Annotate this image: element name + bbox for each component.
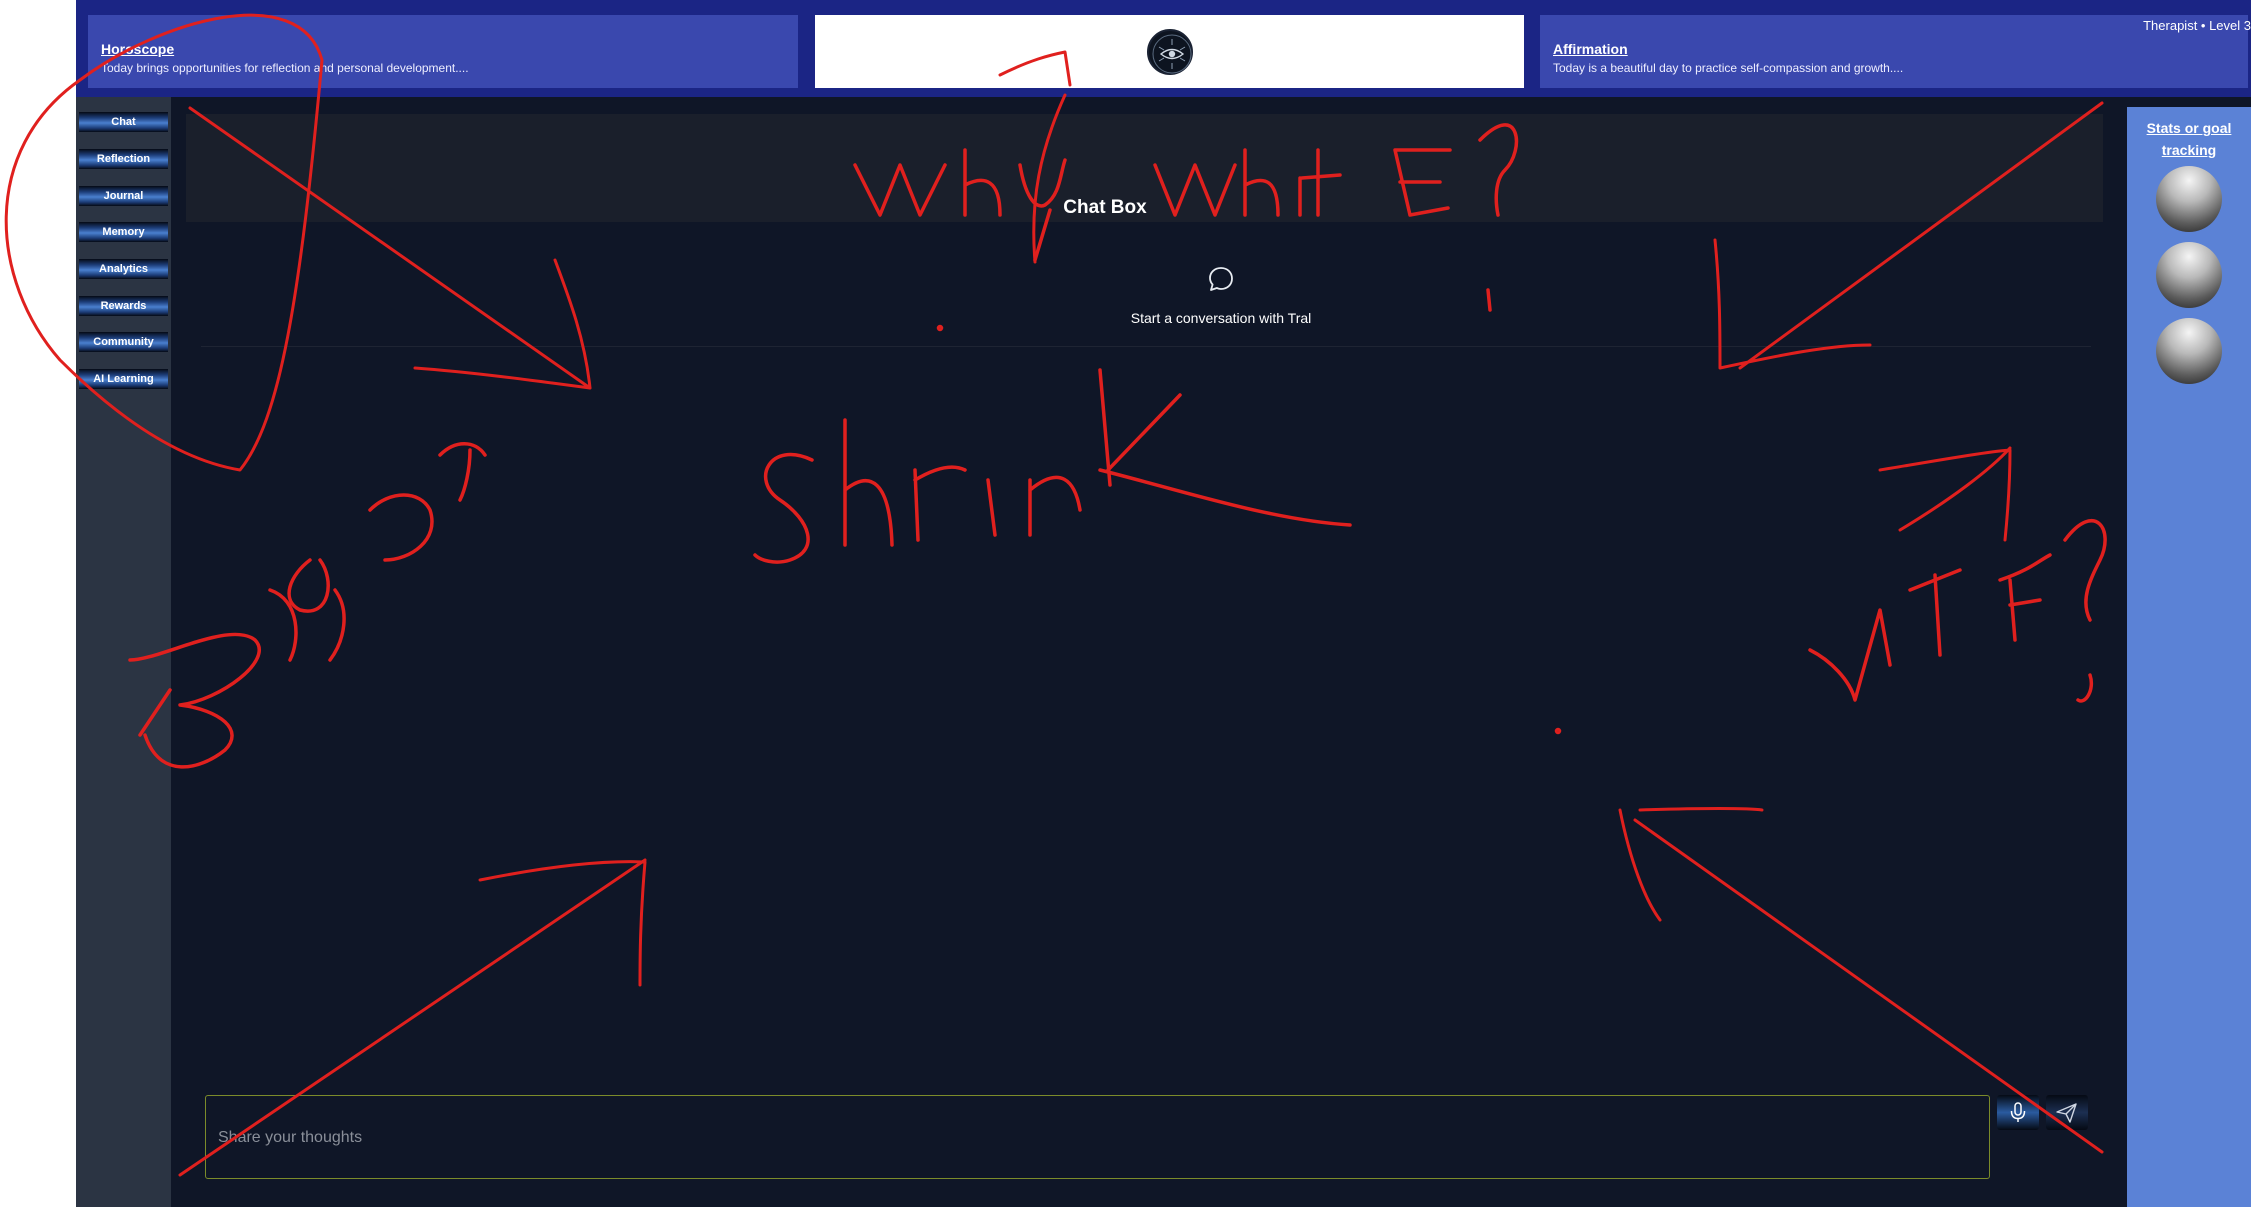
affirmation-card[interactable]: Affirmation Today is a beautiful day to … — [1540, 15, 2248, 88]
send-icon — [2056, 1103, 2077, 1123]
message-input[interactable] — [218, 1126, 1968, 1150]
chat-empty-state-text: Start a conversation with Tral — [1130, 310, 1312, 326]
stat-orb[interactable] — [2156, 166, 2222, 232]
sidebar-item-memory[interactable]: Memory — [79, 222, 168, 242]
stats-goal-tracking-link[interactable]: Stats or goal tracking — [2127, 117, 2251, 161]
mic-button[interactable] — [1997, 1095, 2039, 1130]
eye-circuit-logo-icon[interactable] — [1146, 28, 1193, 75]
horoscope-text: Today brings opportunities for reflectio… — [101, 61, 469, 75]
sidebar: Chat Reflection Journal Memory Analytics… — [76, 97, 171, 1207]
affirmation-title[interactable]: Affirmation — [1553, 41, 2235, 57]
sidebar-item-rewards[interactable]: Rewards — [79, 296, 168, 316]
sidebar-item-chat[interactable]: Chat — [79, 112, 168, 132]
microphone-icon — [2010, 1102, 2026, 1122]
logo-card — [815, 15, 1524, 88]
sidebar-item-community[interactable]: Community — [79, 332, 168, 352]
stat-orb[interactable] — [2156, 318, 2222, 384]
horoscope-title[interactable]: Horoscope — [101, 41, 785, 57]
user-level-label: Therapist • Level 3 — [2143, 18, 2251, 33]
sidebar-item-analytics[interactable]: Analytics — [79, 259, 168, 279]
app-window: Horoscope Today brings opportunities for… — [76, 0, 2251, 1207]
sidebar-item-reflection[interactable]: Reflection — [79, 149, 168, 169]
stats-panel: Stats or goal tracking — [2127, 107, 2251, 1207]
chat-title: Chat Box — [1063, 197, 1147, 218]
affirmation-text: Today is a beautiful day to practice sel… — [1553, 61, 1904, 75]
sidebar-item-ai-learning[interactable]: AI Learning — [79, 369, 168, 389]
sidebar-item-journal[interactable]: Journal — [79, 186, 168, 206]
top-header: Horoscope Today brings opportunities for… — [76, 0, 2251, 97]
send-button[interactable] — [2046, 1095, 2088, 1130]
divider — [201, 346, 2091, 347]
stat-orb[interactable] — [2156, 242, 2222, 308]
horoscope-card[interactable]: Horoscope Today brings opportunities for… — [88, 15, 798, 88]
chat-bubble-icon — [1206, 264, 1236, 294]
message-input-box[interactable] — [205, 1095, 1990, 1179]
